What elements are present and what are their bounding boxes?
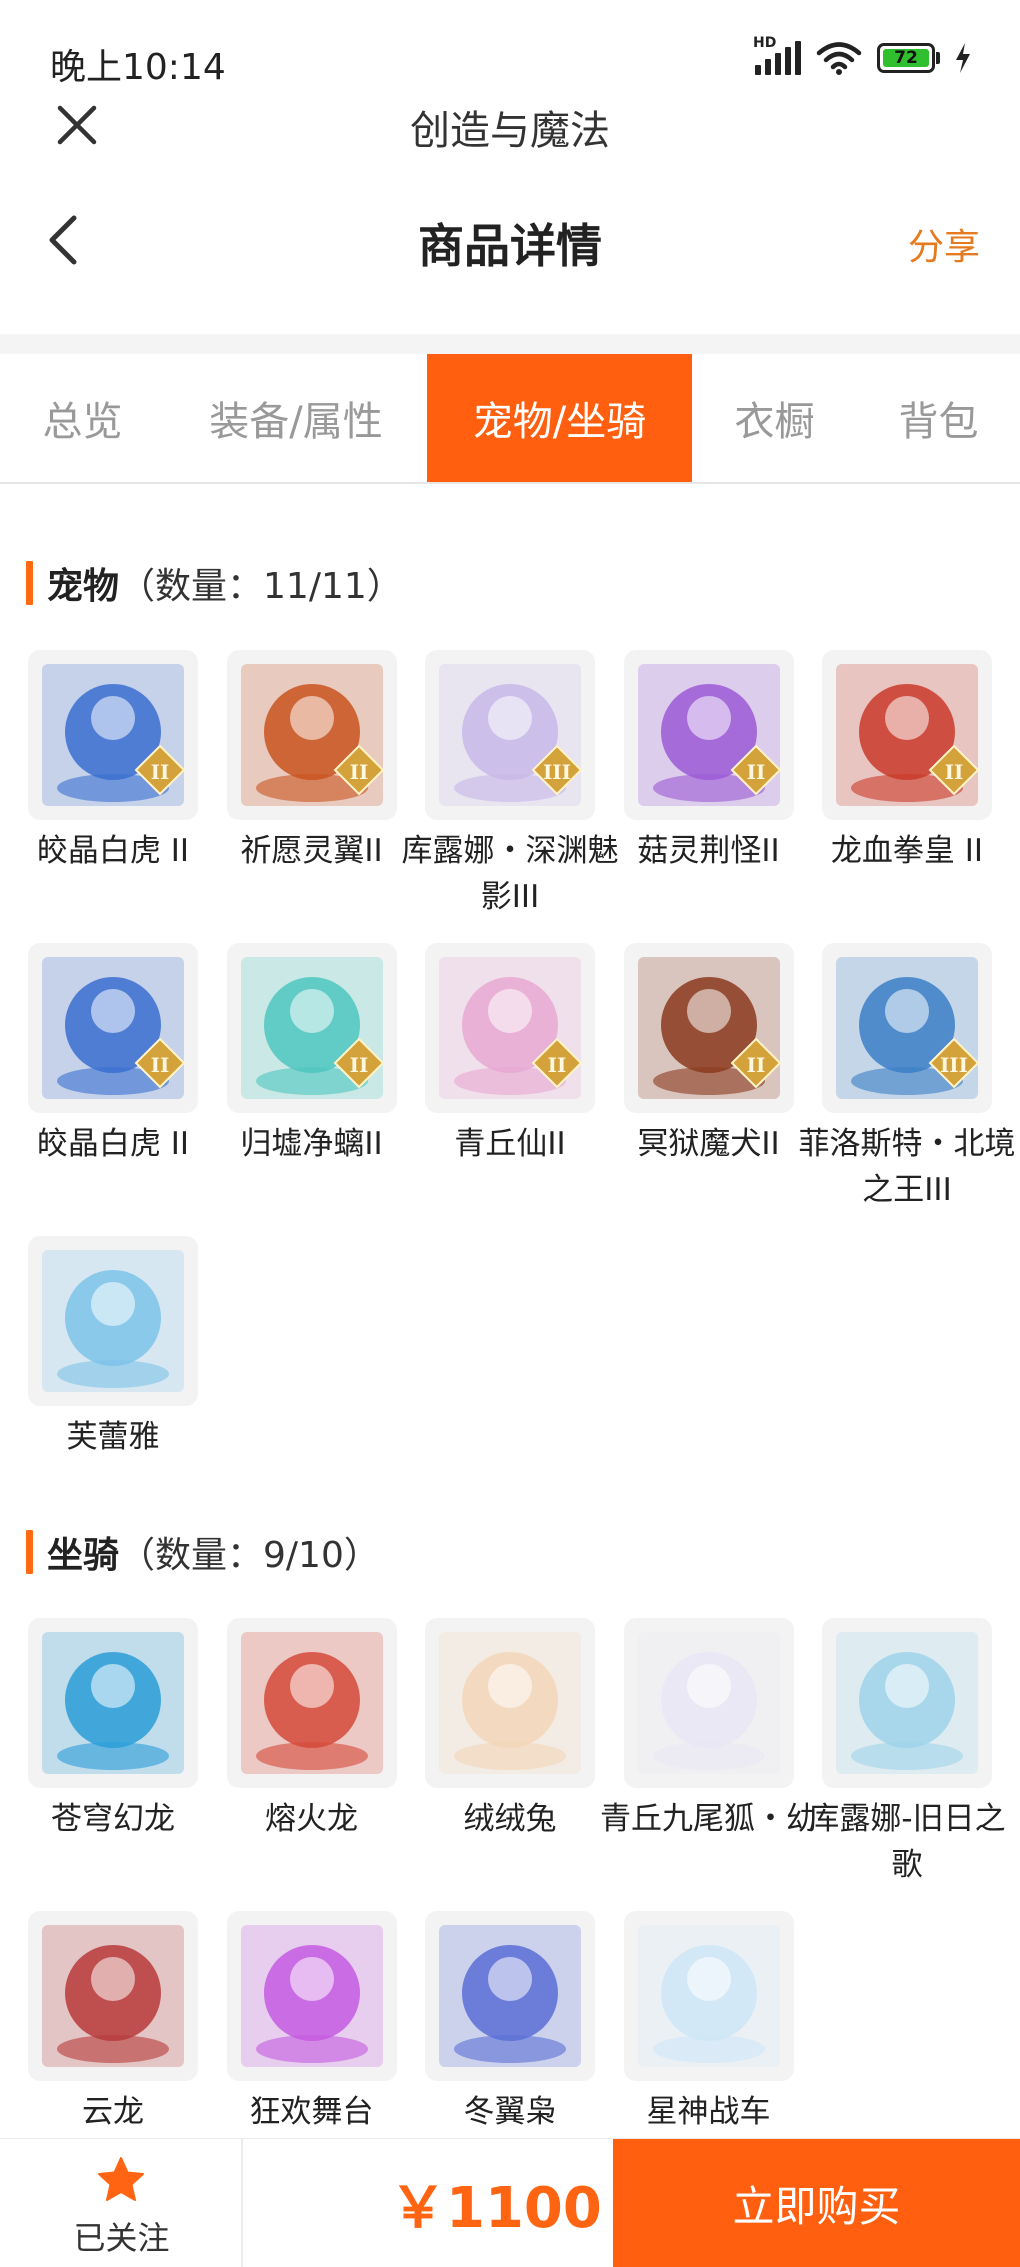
tab-overview[interactable]: 总览: [0, 354, 165, 482]
section-name: 坐骑: [47, 1535, 120, 1576]
mount-thumbnail: [623, 1911, 794, 2081]
item-name: 芙蕾雅: [66, 1419, 160, 1455]
signal-icon: HD: [753, 35, 801, 75]
mount-thumbnail: [226, 1618, 397, 1788]
pet-thumbnail: II: [425, 943, 595, 1113]
pet-thumbnail: III: [822, 943, 992, 1113]
wifi-icon: [816, 42, 862, 75]
item-name: 菲洛斯特・北境之王III: [798, 1126, 1016, 1208]
mount-thumbnail: [425, 1911, 595, 2081]
follow-label: 已关注: [73, 2219, 170, 2257]
item-name: 龙血拳皇 II: [830, 833, 984, 869]
item-name: 皎晶白虎 II: [36, 1126, 190, 1162]
item-name: 星神战车: [646, 2094, 771, 2130]
status-time: 晚上10:14: [50, 47, 226, 88]
item-name: 熔火龙: [265, 1801, 358, 1837]
section-name: 宠物: [47, 566, 120, 607]
item-name: 狂欢舞台: [249, 2094, 374, 2130]
svg-text:II: II: [151, 1053, 170, 1077]
item-name: 菇灵荆怪II: [637, 833, 780, 869]
battery-icon: 72: [877, 43, 940, 73]
svg-text:III: III: [543, 760, 571, 784]
svg-text:II: II: [151, 760, 170, 784]
svg-text:II: II: [548, 1053, 567, 1077]
item-name: 库露娜-旧日之歌: [808, 1801, 1006, 1883]
pet-thumbnail: II: [226, 943, 397, 1113]
pet-thumbnail: II: [226, 650, 397, 820]
mount-thumbnail: [28, 1911, 198, 2081]
svg-text:II: II: [945, 760, 964, 784]
bottom-bar: 已关注 ￥1100 立即购买: [0, 2138, 1020, 2267]
item-name: 绒绒兔: [463, 1801, 557, 1837]
pet-thumbnail: II: [623, 943, 794, 1113]
svg-text:III: III: [940, 1053, 968, 1077]
status-icons: HD 72: [753, 35, 972, 76]
svg-text:II: II: [349, 760, 368, 784]
mount-thumbnail: [822, 1618, 992, 1788]
tab-backpack[interactable]: 背包: [857, 354, 1020, 482]
mount-thumbnail: [226, 1911, 397, 2081]
mount-thumbnail: [623, 1618, 794, 1788]
item-name: 青丘仙II: [454, 1126, 566, 1162]
battery-level: 72: [883, 49, 929, 67]
tab-bar: 总览 装备/属性 宠物/坐骑 衣橱 背包: [0, 354, 1020, 484]
item-name: 库露娜・深渊魅影III: [401, 833, 619, 915]
tab-equipment[interactable]: 装备/属性: [165, 354, 427, 482]
tab-pets-mounts[interactable]: 宠物/坐骑: [427, 354, 692, 482]
item-name: 归墟净螭II: [240, 1126, 383, 1162]
section-accent: [26, 1530, 33, 1574]
share-button[interactable]: 分享: [908, 218, 980, 270]
pet-thumbnail: II: [28, 943, 198, 1113]
pet-thumbnail: III: [425, 650, 595, 820]
hd-indicator: HD: [753, 35, 777, 51]
pets-section-title: 宠物 （数量：11/11）: [26, 558, 403, 608]
item-name: 冬翼枭: [463, 2094, 557, 2130]
pet-thumbnail: II: [28, 650, 198, 820]
tab-wardrobe[interactable]: 衣橱: [692, 354, 857, 482]
star-icon: [98, 2157, 144, 2201]
nav-header: 商品详情 分享: [0, 190, 1020, 290]
item-name: 冥狱魔犬II: [637, 1126, 780, 1162]
item-name: 皎晶白虎 II: [36, 833, 190, 869]
item-name: 祈愿灵翼II: [240, 833, 383, 869]
section-count: （数量：11/11）: [119, 566, 403, 607]
item-name: 青丘九尾狐・幼: [600, 1801, 817, 1837]
price: ￥1100: [390, 2176, 602, 2241]
item-name: 苍穹幻龙: [51, 1801, 175, 1837]
section-count: （数量：9/10）: [119, 1535, 380, 1576]
app-title: 创造与魔法: [410, 108, 610, 154]
svg-text:II: II: [746, 1053, 765, 1077]
mount-thumbnail: [425, 1618, 595, 1788]
section-accent: [26, 561, 33, 605]
divider: [0, 334, 1020, 354]
pet-thumbnail: II: [623, 650, 794, 820]
mounts-section-title: 坐骑 （数量：9/10）: [26, 1527, 380, 1577]
pet-thumbnail: [28, 1236, 198, 1406]
svg-text:II: II: [349, 1053, 368, 1077]
mount-thumbnail: [28, 1618, 198, 1788]
svg-text:II: II: [746, 760, 765, 784]
app-header: 创造与魔法: [0, 90, 1020, 160]
page-title: 商品详情: [418, 219, 602, 273]
item-name: 云龙: [82, 2094, 144, 2130]
follow-button[interactable]: 已关注: [0, 2139, 243, 2267]
pet-thumbnail: II: [822, 650, 992, 820]
buy-now-button[interactable]: 立即购买: [613, 2139, 1020, 2267]
charging-icon: [956, 43, 970, 73]
